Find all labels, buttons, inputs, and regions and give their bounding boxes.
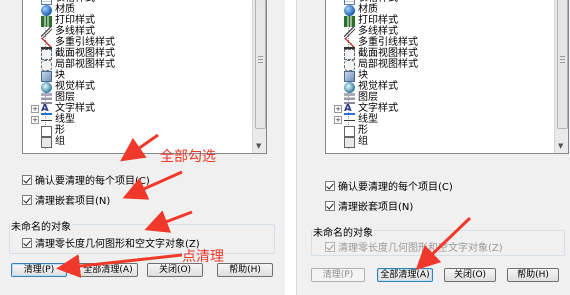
expand-icon[interactable]: + [334, 105, 342, 113]
confirm-each-option[interactable]: 确认要清理的每个项目(C) [325, 178, 453, 193]
tree-item-group[interactable]: 组 [344, 136, 368, 148]
confirm-each-option[interactable]: 确认要清理的每个项目(C) [22, 172, 150, 187]
expand-icon[interactable]: + [31, 116, 39, 124]
shape-icon [41, 125, 52, 137]
purge-nested-checkbox[interactable] [325, 200, 335, 211]
purge-button: 清理(P) [311, 268, 365, 282]
text-style-icon: A [41, 103, 52, 115]
scrollbar-thumb[interactable] [557, 0, 568, 129]
confirm-each-label: 确认要清理的每个项目(C) [338, 182, 453, 193]
confirm-each-label: 确认要清理的每个项目(C) [35, 176, 150, 187]
plot-style-icon [41, 15, 52, 27]
scrollbar-thumb[interactable] [255, 0, 266, 129]
expand-icon[interactable]: + [334, 116, 342, 124]
annotation-select-all: 全部勾选 [160, 149, 216, 165]
block-icon [344, 70, 355, 82]
tree-item-label: 组 [358, 136, 368, 147]
tree-scrollbar[interactable]: ▼ [554, 0, 568, 153]
linetype-icon [41, 114, 52, 126]
purge-zero-length-label: 清理零长度几何图形和空文字对象(Z) [35, 239, 200, 250]
tree-item-group[interactable]: 组 [41, 136, 65, 148]
purge-all-button[interactable]: 全部清理(A) [78, 263, 138, 277]
annotation-click-purge: 点清理 [182, 249, 224, 265]
confirm-each-checkbox[interactable] [22, 174, 32, 185]
scroll-down-icon[interactable]: ▼ [256, 142, 261, 150]
section-view-style-icon [344, 48, 355, 60]
block-icon [41, 70, 52, 82]
scroll-down-icon[interactable]: ▼ [558, 142, 563, 150]
purge-button[interactable]: 清理(P) [11, 263, 67, 277]
mleader-style-icon [344, 37, 355, 49]
purge-zero-length-checkbox [325, 241, 335, 252]
shape-icon [344, 125, 355, 137]
material-icon [344, 4, 355, 16]
unnamed-objects-title: 未命名的对象 [312, 224, 374, 239]
purge-nested-label: 清理嵌套项目(N) [35, 196, 111, 207]
mleader-style-icon [41, 37, 52, 49]
detail-view-style-icon [344, 59, 355, 71]
visual-style-icon [41, 81, 52, 93]
text-style-icon: A [344, 103, 355, 115]
unnamed-objects-title: 未命名的对象 [10, 218, 72, 233]
visual-style-icon [344, 81, 355, 93]
purge-tree-view[interactable]: 表格样式材质打印样式多线样式多重引线样式截面视图样式局部视图样式块视觉样式图层+… [22, 0, 267, 154]
material-icon [41, 4, 52, 16]
section-view-style-icon [41, 48, 52, 60]
tree-scrollbar[interactable]: ▼ [252, 0, 266, 153]
multiline-style-icon [41, 26, 52, 38]
close-button[interactable]: 关闭(O) [444, 268, 496, 282]
group-icon [344, 136, 355, 148]
purge-zero-length-label: 清理零长度几何图形和空文字对象(Z) [338, 243, 503, 254]
purge-zero-length-option[interactable]: 清理零长度几何图形和空文字对象(Z) [22, 235, 200, 250]
purge-nested-option[interactable]: 清理嵌套项目(N) [325, 198, 413, 213]
purge-nested-option[interactable]: 清理嵌套项目(N) [22, 192, 110, 207]
purge-zero-length-option: 清理零长度几何图形和空文字对象(Z) [325, 239, 503, 254]
linetype-icon [344, 114, 355, 126]
confirm-each-checkbox[interactable] [325, 180, 335, 191]
purge-all-button[interactable]: 全部清理(A) [377, 268, 433, 282]
purge-nested-label: 清理嵌套项目(N) [338, 202, 414, 213]
detail-view-style-icon [41, 59, 52, 71]
purge-dialog-left: 表格样式材质打印样式多线样式多重引线样式截面视图样式局部视图样式块视觉样式图层+… [0, 0, 285, 295]
help-button[interactable]: 帮助(H) [507, 268, 559, 282]
plot-style-icon [344, 15, 355, 27]
layer-icon [41, 92, 52, 104]
tree-item-label: 组 [55, 136, 65, 147]
purge-zero-length-checkbox[interactable] [22, 237, 32, 248]
layer-icon [344, 92, 355, 104]
multiline-style-icon [344, 26, 355, 38]
purge-dialog-right: 表格样式材质打印样式多线样式多重引线样式截面视图样式局部视图样式块视觉样式图层+… [296, 0, 570, 295]
expand-icon[interactable]: + [31, 105, 39, 113]
help-button[interactable]: 帮助(H) [217, 263, 273, 277]
purge-tree-view[interactable]: 表格样式材质打印样式多线样式多重引线样式截面视图样式局部视图样式块视觉样式图层+… [325, 0, 569, 154]
purge-nested-checkbox[interactable] [22, 194, 32, 205]
group-icon [41, 136, 52, 148]
